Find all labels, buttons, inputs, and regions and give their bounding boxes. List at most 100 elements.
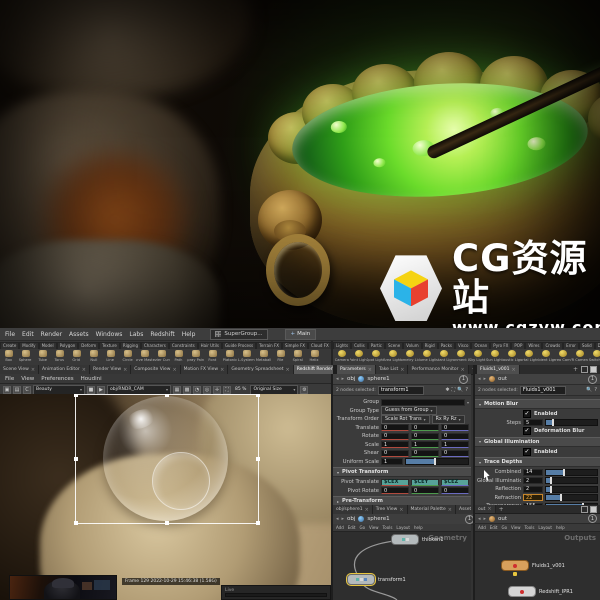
shelf-tool[interactable]: Sun Light (486, 349, 503, 365)
shelf-tab[interactable]: Volum (403, 342, 422, 349)
steps-field[interactable]: 5 (523, 419, 543, 427)
menu-item[interactable]: Add (478, 525, 486, 530)
shelf-tool[interactable]: Platonic (221, 349, 238, 365)
close-icon[interactable]: × (172, 367, 176, 373)
checkbox-checked[interactable]: ✓ (523, 427, 531, 436)
pane-tab[interactable]: Parameters × (337, 365, 376, 374)
shelf-tool[interactable]: Circle (119, 349, 136, 365)
group-field[interactable] (381, 398, 465, 406)
shelf-tab[interactable]: Wires (525, 342, 543, 349)
close-icon[interactable]: × (487, 506, 491, 512)
menu-item[interactable]: Edit (22, 331, 34, 338)
shelf-tool[interactable]: Grid (68, 349, 85, 365)
shelf-tab[interactable]: Constraints (168, 342, 198, 349)
pane-tab[interactable]: Fluids1_v001 × (477, 365, 520, 374)
shelf-tab[interactable]: Visco (454, 342, 472, 349)
frame-icon[interactable]: ⛶ (452, 387, 456, 393)
close-icon[interactable]: × (365, 507, 369, 513)
menu-item[interactable]: Layout (538, 525, 552, 530)
gi-section-header[interactable]: ▾ Global Illumination (475, 436, 600, 447)
shelf-tool[interactable]: Sky Light (469, 349, 486, 365)
aov-select[interactable]: Beauty ▾ (33, 384, 85, 395)
shelf-tool[interactable]: Font (204, 349, 221, 365)
transform-order-select[interactable]: Scale Rot Trans ▾ (381, 414, 430, 424)
menu-item[interactable]: Redshift (150, 331, 174, 338)
region-selection-rect[interactable] (74, 394, 260, 525)
pane-tab[interactable]: Asset Browser× (456, 505, 471, 514)
close-icon[interactable]: × (400, 367, 404, 373)
pane-tab[interactable]: Performance Monitor × (408, 365, 469, 374)
desktop-tab-main[interactable]: + Main (284, 328, 317, 340)
reflection-field[interactable]: 2 (523, 485, 543, 493)
take-indicator[interactable]: 1 (459, 374, 468, 384)
path-root[interactable]: obj (347, 376, 355, 382)
shelf-tool[interactable]: File (272, 349, 289, 365)
pivot-rotate-field[interactable]: 0 (381, 487, 409, 495)
close-icon[interactable]: × (82, 367, 86, 373)
selection-handle[interactable] (74, 394, 78, 397)
menu-item[interactable]: File (5, 331, 15, 338)
trace-depths-section-header[interactable]: ▾ Trace Depths (475, 457, 600, 467)
pane-tab[interactable]: Geometry Spreadsheet × (228, 365, 294, 374)
shelf-tab[interactable]: Simple FX (282, 342, 308, 349)
pane-tab[interactable]: Animation Editor × (39, 365, 90, 374)
shelf-tool[interactable]: Tube (34, 349, 51, 365)
graph-node-rop[interactable]: Fluids1_v001 (501, 560, 565, 571)
pane-tab[interactable]: Motion FX View × (180, 365, 229, 374)
pane-tab[interactable]: Render View × (89, 365, 132, 374)
pivot-section-header[interactable]: ▾ Pivot Transform (333, 467, 471, 477)
forward-icon[interactable]: ▸ (484, 376, 487, 382)
chevron-down-icon[interactable]: ▾ (467, 400, 469, 405)
shelf-tab[interactable]: Error (563, 342, 579, 349)
path-node[interactable]: sphere1 (367, 516, 389, 522)
help-icon[interactable]: ? (465, 387, 468, 393)
combined-slider[interactable] (545, 468, 598, 476)
stop-icon[interactable]: ■ (87, 385, 95, 394)
render-viewport[interactable]: Frame 129 2022-10-29 15:46:38 (1.58G) Li… (0, 394, 331, 600)
shelf-tab[interactable]: Modify (19, 342, 39, 349)
rotate-order-select[interactable]: Rx Ry Rz ▾ (431, 414, 465, 424)
magnify-icon[interactable]: 🔍 (586, 387, 592, 393)
shelf-tab[interactable]: Characters (140, 342, 169, 349)
close-icon[interactable]: × (286, 367, 290, 373)
selection-handle[interactable] (256, 457, 260, 461)
shelf-tool[interactable]: Helix (306, 349, 323, 365)
shelf-tab[interactable]: Lights (333, 342, 352, 349)
menu-item[interactable]: Go (360, 525, 366, 530)
render-flag-icon[interactable] (520, 589, 524, 594)
gear-icon[interactable]: ⚙ (300, 385, 309, 394)
bucket-icon[interactable]: ◔ (193, 385, 201, 394)
menu-item[interactable]: Go (502, 525, 508, 530)
back-icon[interactable]: ◂ (336, 376, 339, 382)
shelf-tab[interactable]: Packs (437, 342, 455, 349)
pane-max-icon[interactable] (590, 505, 597, 513)
shelf-tool[interactable]: Ambient Light (537, 349, 554, 365)
pretransform-section-header[interactable]: ▸ Pre-Transform (333, 496, 471, 505)
pane-tab[interactable]: Take List × (375, 365, 409, 374)
selection-handle[interactable] (165, 394, 169, 397)
shelf-set-selector[interactable]: SuperGroup... (210, 328, 268, 340)
shelf-tool[interactable]: Path (170, 349, 187, 365)
menu-item[interactable]: Tools (383, 525, 393, 530)
selection-handle[interactable] (74, 521, 78, 525)
grid-icon[interactable]: ▦ (173, 385, 181, 394)
menu-item[interactable]: Edit (348, 525, 356, 530)
shelf-tool[interactable]: Camera (333, 349, 350, 365)
pane-tab[interactable]: Redshift RenderView× (293, 365, 333, 374)
shelf-tab[interactable]: Terrain FX (256, 342, 283, 349)
shelf-tool[interactable]: Caustic Light (503, 349, 520, 365)
checkbox-checked[interactable]: ✓ (523, 447, 531, 456)
uniform-scale-slider[interactable] (405, 458, 469, 466)
shelf-tab[interactable]: Ocean (471, 342, 491, 349)
pane-max-icon[interactable] (590, 366, 597, 373)
shelf-tool[interactable]: Sphere (17, 349, 34, 365)
network-path-bar-right[interactable]: ◂ ▸ out 1 (473, 514, 600, 524)
network-editor-sop[interactable]: Add Edit Go View Tools Layout help Geometry th… (333, 524, 471, 600)
pane-tab[interactable]: Scene View × (0, 365, 40, 374)
shelf-tool[interactable]: Volume Light (418, 349, 435, 365)
menu-item[interactable]: Preferences (41, 376, 73, 382)
menu-item[interactable]: View (369, 525, 379, 530)
shelf-tool[interactable]: Metaball (255, 349, 272, 365)
camera-select[interactable]: obj/RNDR_CAM ▾ (107, 384, 171, 395)
back-icon[interactable]: ◂ (478, 376, 481, 382)
